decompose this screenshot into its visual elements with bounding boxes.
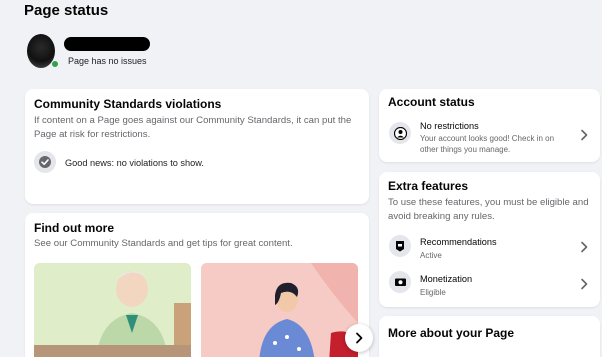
tips-illustration-thumbnail[interactable] [34,263,191,357]
find-out-more-title: Find out more [34,221,114,235]
account-status-title: Account status [388,95,475,109]
monetization-status: Eligible [420,288,446,297]
more-about-page-card: More about your Page [379,316,600,357]
violations-card: Community Standards violations If conten… [25,89,369,204]
find-out-more-card: Find out more See our Community Standard… [25,213,369,357]
extra-features-description: To use these features, you must be eligi… [388,197,589,222]
extra-features-title: Extra features [388,179,469,193]
more-about-page-title: More about your Page [388,326,515,340]
page-title: Page status [24,2,109,19]
carousel-next-button[interactable] [345,324,373,352]
redacted-page-name [64,37,150,51]
violations-title: Community Standards violations [34,97,222,111]
online-status-dot [51,60,59,68]
check-shield-icon [34,151,56,173]
chevron-right-icon[interactable] [580,129,588,141]
chevron-right-icon[interactable] [580,278,588,290]
monetization-icon [389,271,411,293]
monetization-label: Monetization [420,274,473,284]
chevron-right-icon[interactable] [580,241,588,253]
account-person-icon [389,122,411,144]
no-violations-text: Good news: no violations to show. [65,158,204,168]
recommendations-label: Recommendations [420,237,497,247]
extra-features-card: Extra features To use these features, yo… [379,172,600,307]
violations-description: If content on a Page goes against our Co… [34,115,352,140]
no-restrictions-description: Your account looks good! Check in on oth… [420,134,555,154]
no-restrictions-label: No restrictions [420,121,479,131]
find-out-more-description: See our Community Standards and get tips… [34,238,293,249]
account-status-card: Account status No restrictions Your acco… [379,89,600,162]
standards-illustration-thumbnail[interactable] [201,263,358,357]
chevron-right-icon [356,332,363,344]
recommendations-icon [389,235,411,257]
page-status-text: Page has no issues [68,56,147,66]
recommendations-status: Active [420,251,442,260]
